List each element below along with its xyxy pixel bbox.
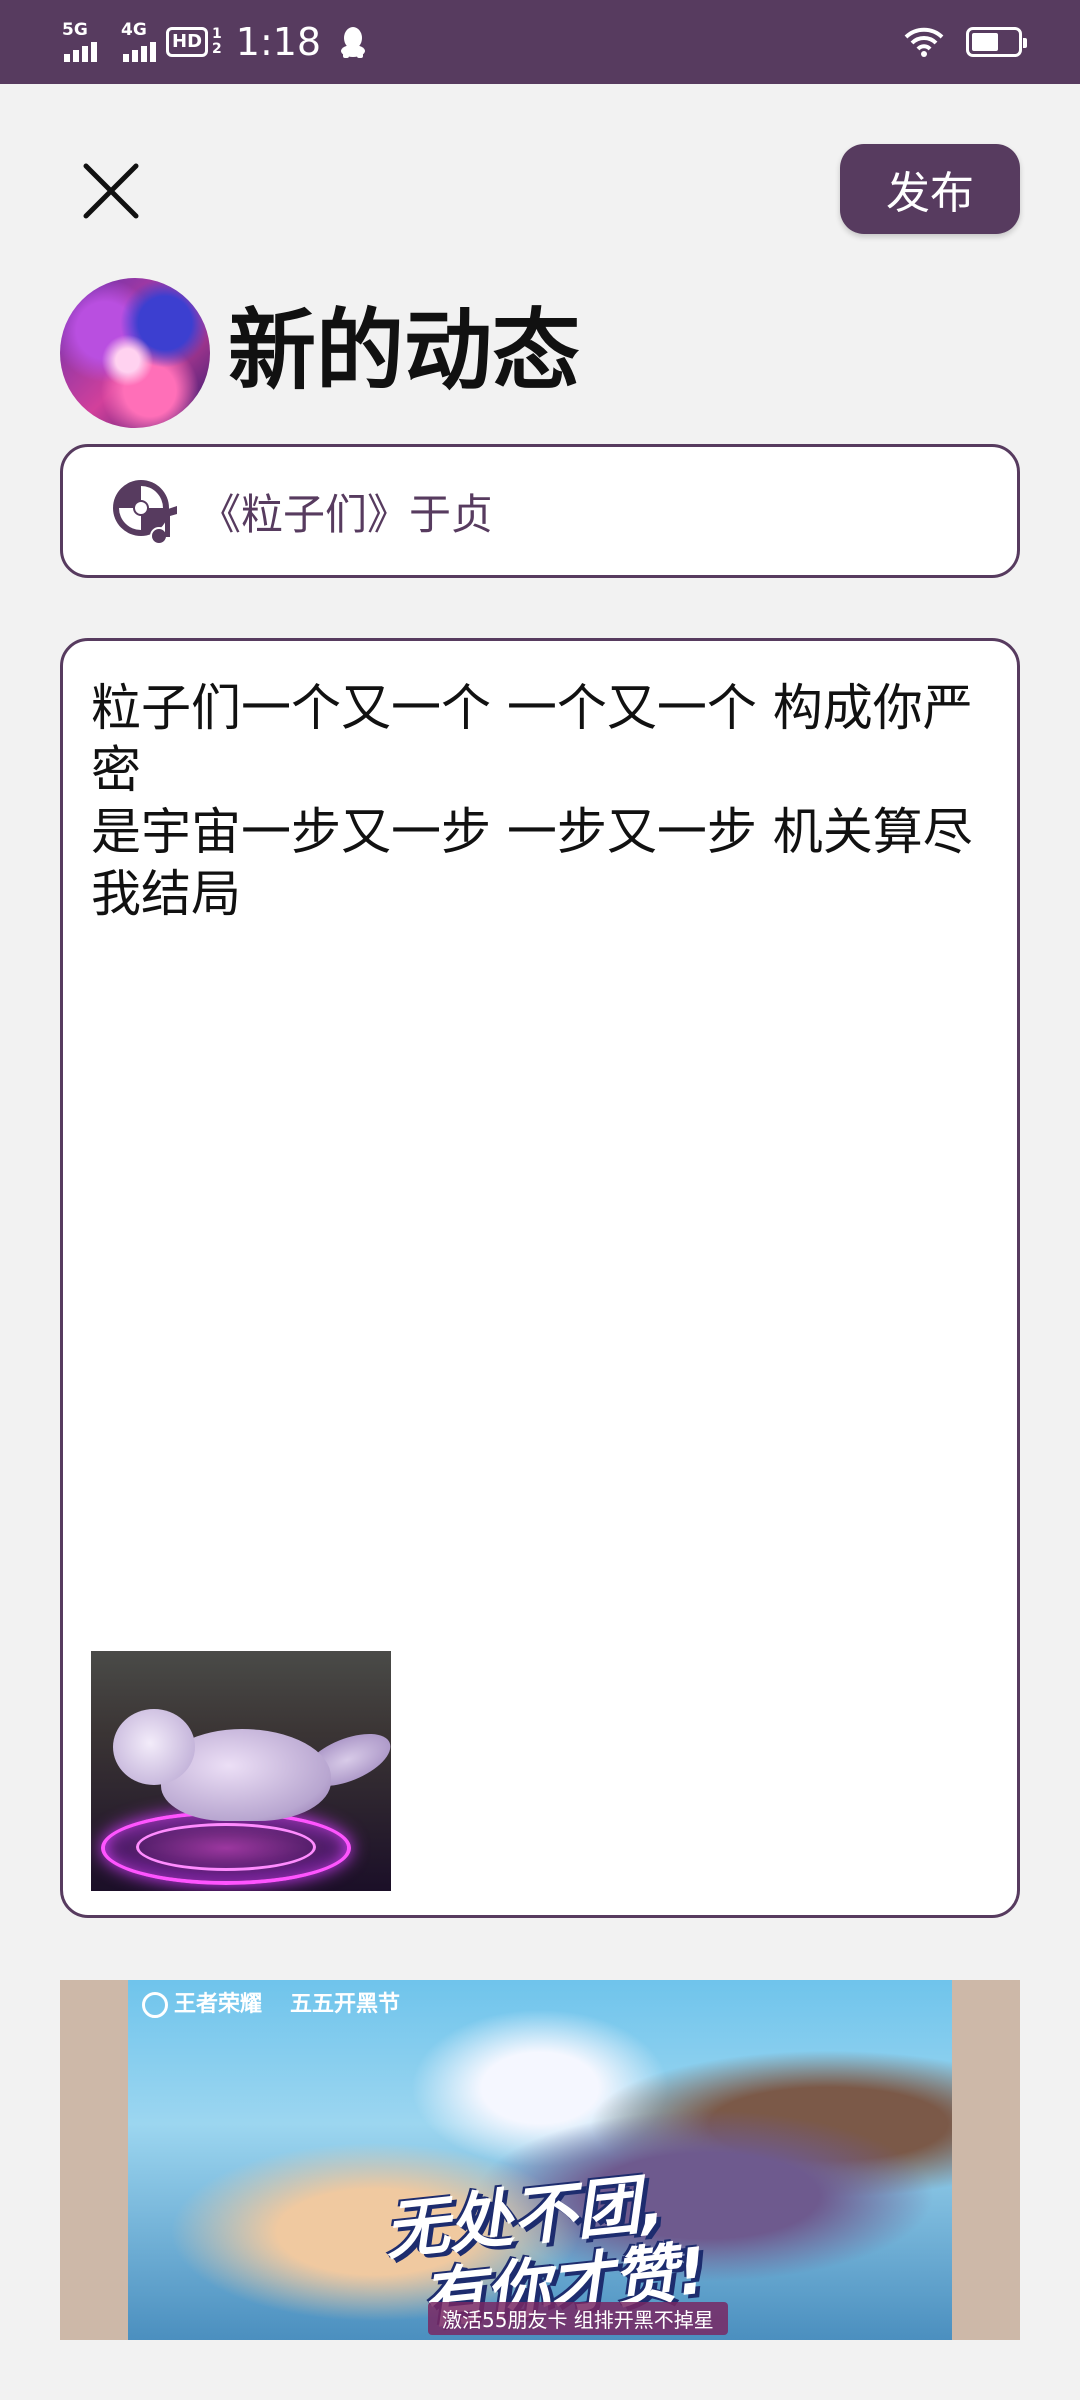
- photo-magic-circle-inner: [136, 1823, 316, 1871]
- network-type-4g: 4G: [121, 20, 147, 40]
- status-bar-right: [904, 0, 1027, 84]
- close-button[interactable]: [80, 160, 142, 222]
- ad-banner[interactable]: 王者荣耀 五五开黑节 无处不团, 有你才赞! 激活55朋友卡 组排开黑不掉星: [60, 1980, 1020, 2340]
- ad-brand-1: 王者荣耀: [142, 1986, 262, 2018]
- ad-subtitle: 激活55朋友卡 组排开黑不掉星: [428, 2302, 728, 2335]
- battery-icon: [966, 27, 1027, 57]
- hd-sub-top: 1: [212, 26, 222, 43]
- ad-image: 王者荣耀 五五开黑节 无处不团, 有你才赞! 激活55朋友卡 组排开黑不掉星: [128, 1980, 952, 2340]
- publish-button[interactable]: 发布: [840, 144, 1020, 234]
- hd-sim-indicator: 1 2: [212, 27, 222, 56]
- music-card[interactable]: 《粒子们》于贞: [60, 444, 1020, 578]
- hd-label: HD: [172, 31, 203, 52]
- post-text-input[interactable]: 粒子们一个又一个 一个又一个 构成你严密 是宇宙一步又一步 一步又一步 机关算尽…: [91, 677, 1001, 925]
- hd-sub-bottom: 2: [212, 41, 222, 57]
- photo-cat-head: [113, 1709, 195, 1785]
- post-editor[interactable]: 粒子们一个又一个 一个又一个 构成你严密 是宇宙一步又一步 一步又一步 机关算尽…: [60, 638, 1020, 1918]
- ad-brand-2: 五五开黑节: [290, 1992, 401, 2017]
- battery-fill: [972, 33, 998, 51]
- attached-photo[interactable]: [91, 1651, 391, 1891]
- wifi-icon: [904, 27, 944, 57]
- close-icon: [83, 163, 139, 219]
- signal-4g-icon: 4G: [121, 22, 156, 62]
- hd-voice-icon: HD: [166, 27, 209, 57]
- status-bar-left: 5G 4G HD 1 2 1:18: [62, 0, 367, 84]
- network-type-5g: 5G: [62, 20, 88, 40]
- clock: 1:18: [235, 20, 322, 64]
- music-title: 《粒子们》于贞: [199, 489, 494, 539]
- signal-5g-icon: 5G: [62, 22, 97, 62]
- qq-icon: [341, 27, 366, 58]
- avatar[interactable]: [60, 278, 210, 428]
- ad-brand-bar: 王者荣耀 五五开黑节: [142, 1986, 400, 2018]
- page-title: 新的动态: [228, 299, 581, 402]
- music-note-icon: [113, 480, 177, 545]
- status-bar: 5G 4G HD 1 2 1:18: [0, 0, 1080, 84]
